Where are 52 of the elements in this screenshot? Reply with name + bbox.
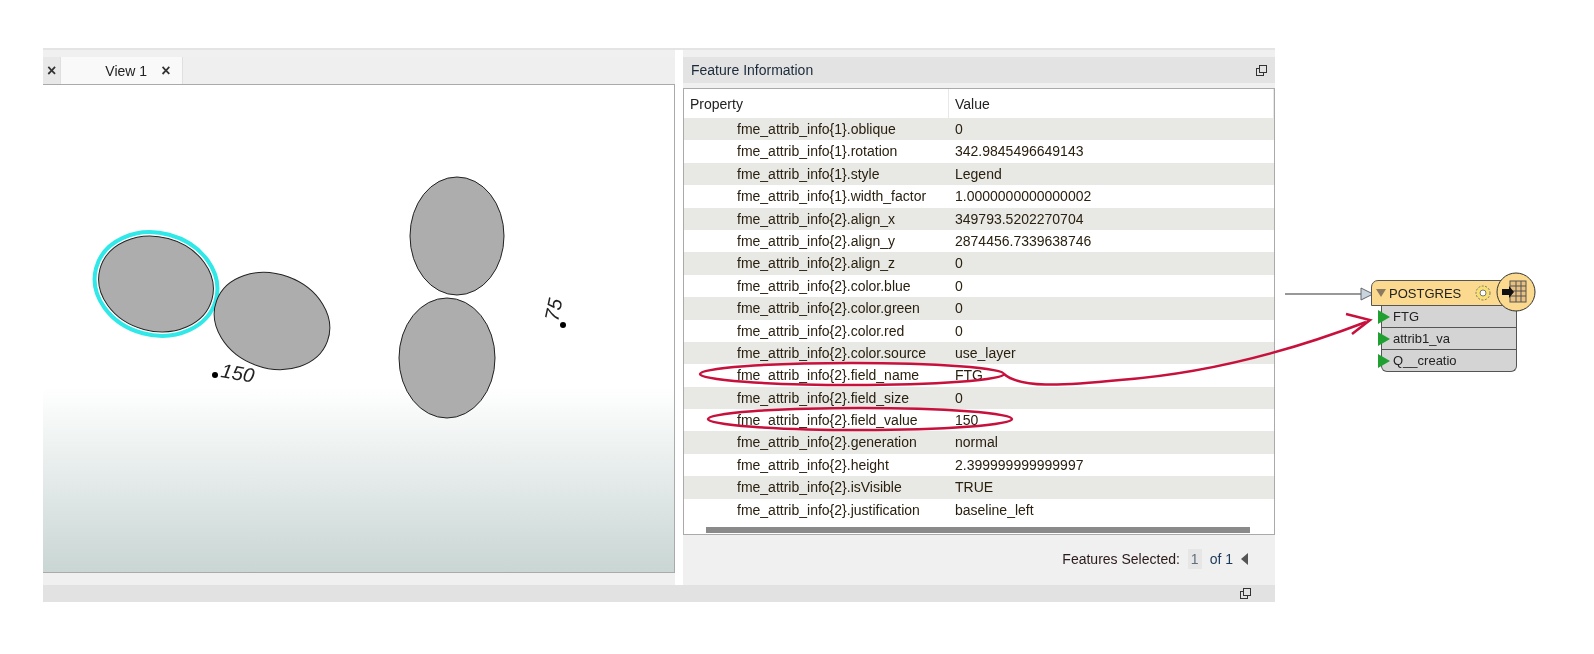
input-port[interactable]: attrib1_va: [1381, 328, 1517, 350]
port-label: attrib1_va: [1393, 331, 1451, 346]
property-cell: fme_attrib_info{2}.align_z: [737, 255, 895, 272]
input-port[interactable]: Q__creatio: [1381, 350, 1517, 372]
value-cell: baseline_left: [955, 501, 1034, 518]
property-cell: fme_attrib_info{1}.rotation: [737, 143, 898, 160]
selection-index[interactable]: 1: [1187, 549, 1202, 569]
value-cell: 0: [955, 389, 963, 406]
port-label: FTG: [1393, 309, 1419, 324]
property-cell: fme_attrib_info{1}.style: [737, 165, 880, 182]
value-cell: use_layer: [955, 344, 1016, 361]
value-cell: 150: [955, 412, 979, 429]
property-cell: fme_attrib_info{1}.width_factor: [737, 188, 927, 205]
property-cell: fme_attrib_info{2}.align_y: [737, 232, 895, 249]
value-cell: 0: [955, 255, 963, 272]
map-label: 150: [219, 359, 256, 387]
property-cell: fme_attrib_info{2}.height: [737, 456, 889, 473]
view-tab[interactable]: ×: [43, 57, 62, 84]
selection-total: of 1: [1209, 551, 1233, 567]
map-label: 75: [540, 296, 567, 323]
panel-title: Feature Information: [691, 62, 814, 78]
value-cell: 1.0000000000000002: [955, 188, 1092, 205]
writer-node[interactable]: POSTGRES FTG attrib1_va Q__creatio: [1371, 280, 1517, 372]
value-cell: 342.9845496649143: [955, 143, 1084, 160]
property-cell: fme_attrib_info{2}.isVisible: [737, 479, 902, 496]
value-cell: 0: [955, 300, 963, 317]
property-cell: fme_attrib_info{2}.color.red: [737, 322, 905, 339]
value-cell: Legend: [955, 165, 1002, 182]
value-cell: 0: [955, 322, 963, 339]
property-cell: fme_attrib_info{2}.field_name: [737, 367, 920, 384]
property-cell: fme_attrib_info{2}.generation: [737, 434, 917, 451]
property-cell: fme_attrib_info{2}.justification: [737, 501, 920, 518]
view-tab[interactable]: View 1 ×: [61, 57, 184, 84]
property-cell: fme_attrib_info{2}.color.green: [737, 300, 920, 317]
property-cell: fme_attrib_info{2}.color.blue: [737, 277, 911, 294]
port-label: Q__creatio: [1393, 353, 1457, 368]
property-cell: fme_attrib_info{2}.align_x: [737, 210, 895, 227]
value-cell: TRUE: [955, 479, 994, 496]
property-cell: fme_attrib_info{2}.field_size: [737, 389, 909, 406]
value-cell: 2874456.7339638746: [955, 232, 1092, 249]
input-port[interactable]: FTG: [1381, 306, 1517, 328]
property-cell: fme_attrib_info{1}.oblique: [737, 121, 896, 137]
value-cell: normal: [955, 434, 998, 451]
close-icon[interactable]: ×: [161, 62, 171, 79]
value-cell: 349793.5202270704: [955, 210, 1084, 227]
value-cell: 0: [955, 121, 963, 137]
property-cell: fme_attrib_info{2}.color.source: [737, 344, 927, 361]
selection-label: Features Selected:: [1062, 551, 1180, 567]
node-title: POSTGRES: [1389, 285, 1462, 301]
value-cell: 2.399999999999997: [955, 456, 1084, 473]
value-cell: 0: [955, 277, 963, 294]
close-icon[interactable]: ×: [47, 62, 57, 79]
